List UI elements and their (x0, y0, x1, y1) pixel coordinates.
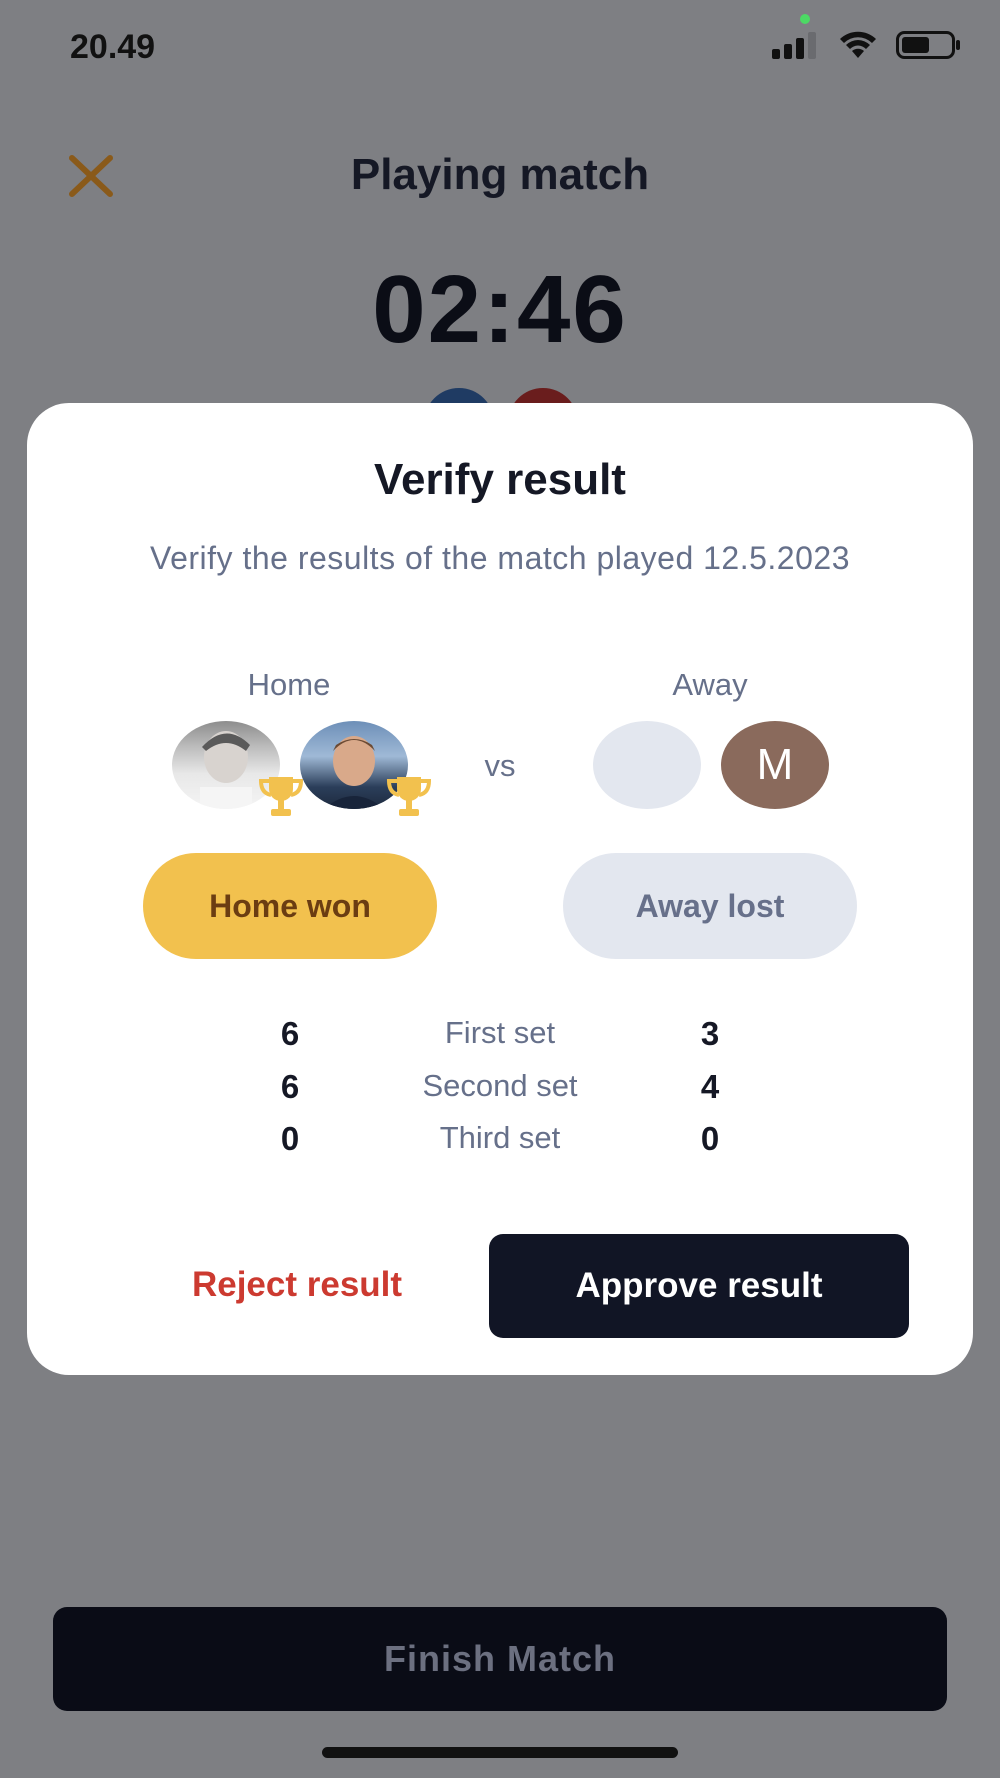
home-team-label: Home (247, 667, 331, 702)
page-title: Playing match (350, 150, 650, 199)
away-team-label: Away (672, 667, 748, 702)
set-label: Second set (422, 1068, 578, 1103)
battery-icon (896, 31, 960, 59)
dialog-title: Verify result (374, 455, 626, 504)
home-set-score: 0 (280, 1120, 300, 1157)
set-row: 6 First set 3 (27, 1015, 973, 1065)
home-set-score: 6 (280, 1015, 300, 1052)
reject-result-button[interactable]: Reject result (147, 1233, 447, 1337)
dialog-subtitle: Verify the results of the match played 1… (150, 540, 850, 576)
finish-match-button[interactable]: Finish Match (53, 1607, 947, 1711)
away-player-1-avatar (593, 721, 701, 809)
status-icons (772, 30, 962, 60)
home-set-score: 6 (280, 1068, 300, 1105)
match-timer: 02:46 (372, 256, 628, 363)
away-set-score: 4 (700, 1068, 720, 1105)
away-set-score: 3 (700, 1015, 720, 1052)
home-indicator (322, 1747, 678, 1758)
set-row: 0 Third set 0 (27, 1120, 973, 1170)
away-player-2-avatar: M (721, 721, 829, 809)
set-label: Third set (439, 1120, 561, 1155)
wifi-icon (840, 31, 876, 58)
home-won-badge: Home won (143, 853, 437, 959)
cellular-signal-icon (772, 32, 816, 59)
avatar-initial: M (756, 740, 794, 789)
privacy-indicator-dot (800, 14, 810, 24)
trophy-icon (258, 777, 304, 816)
approve-result-button[interactable]: Approve result (489, 1234, 909, 1338)
set-label: First set (444, 1015, 556, 1050)
vs-label: vs (484, 748, 516, 783)
verify-result-dialog: Verify result Verify the results of the … (27, 403, 973, 1375)
set-row: 6 Second set 4 (27, 1068, 973, 1118)
away-set-score: 0 (700, 1120, 720, 1157)
status-time: 20.49 (70, 28, 156, 66)
away-lost-badge: Away lost (563, 853, 857, 959)
trophy-icon (386, 777, 432, 816)
